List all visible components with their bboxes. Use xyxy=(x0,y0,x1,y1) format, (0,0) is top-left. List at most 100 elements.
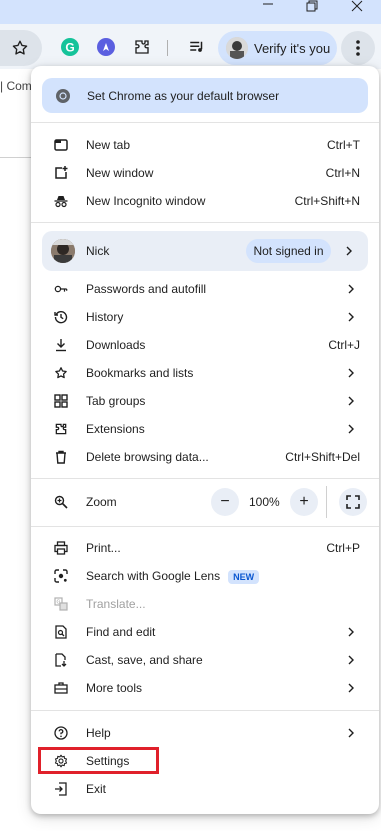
menu-item-print[interactable]: Print... Ctrl+P xyxy=(31,534,379,562)
svg-text:G: G xyxy=(65,41,74,55)
set-default-browser-button[interactable]: Set Chrome as your default browser xyxy=(42,78,368,113)
menu-item-new-tab[interactable]: New tab Ctrl+T xyxy=(31,131,379,159)
incognito-icon xyxy=(54,194,68,208)
zoom-divider xyxy=(326,486,327,518)
extensions-puzzle-icon[interactable] xyxy=(131,36,153,58)
menu-item-label: Zoom xyxy=(86,495,117,509)
menu-separator xyxy=(31,710,379,711)
menu-item-search-with-google-lens[interactable]: Search with Google Lens NEW xyxy=(31,562,379,590)
menu-item-bookmarks-and-lists[interactable]: Bookmarks and lists xyxy=(31,359,379,387)
menu-item-more-tools[interactable]: More tools xyxy=(31,674,379,702)
profile-chip-label: Verify it's you xyxy=(254,40,331,56)
menu-item-shortcut: Ctrl+T xyxy=(327,138,360,152)
menu-item-label: New Incognito window xyxy=(86,194,206,208)
fullscreen-icon xyxy=(346,495,360,509)
menu-item-label: Search with Google Lens xyxy=(86,568,221,583)
trash-icon xyxy=(54,450,68,464)
title-bar xyxy=(0,0,381,24)
chevron-right-icon xyxy=(345,395,357,407)
chevron-right-icon xyxy=(343,245,355,257)
chrome-menu: Set Chrome as your default browser New t… xyxy=(31,66,379,814)
menu-item-tab-groups[interactable]: Tab groups xyxy=(31,387,379,415)
fullscreen-button[interactable] xyxy=(339,488,367,516)
chrome-menu-button[interactable] xyxy=(341,31,375,65)
chevron-right-icon xyxy=(345,283,357,295)
zoom-out-button[interactable]: − xyxy=(211,488,239,516)
profile-name: Nick xyxy=(86,244,110,258)
translate-icon: G xyxy=(54,597,68,611)
print-icon xyxy=(54,541,68,555)
menu-separator xyxy=(31,478,379,479)
menu-item-delete-browsing-data[interactable]: Delete browsing data... Ctrl+Shift+Del xyxy=(31,443,379,471)
zoom-icon xyxy=(54,495,68,509)
chevron-right-icon xyxy=(345,682,357,694)
profile-verify-chip[interactable]: Verify it's you xyxy=(218,31,337,65)
chevron-right-icon xyxy=(345,367,357,379)
settings-highlight-box xyxy=(38,747,159,774)
chrome-logo-icon xyxy=(55,88,71,104)
menu-item-shortcut: Ctrl+P xyxy=(326,541,360,555)
minimize-icon[interactable] xyxy=(258,0,278,14)
close-icon[interactable] xyxy=(347,0,367,14)
zoom-in-icon: + xyxy=(299,493,309,510)
menu-item-label: New window xyxy=(86,166,154,180)
menu-item-new-window[interactable]: New window Ctrl+N xyxy=(31,159,379,187)
menu-item-label-with-badge: Search with Google Lens NEW xyxy=(86,568,260,584)
chevron-right-icon xyxy=(345,423,357,435)
menu-item-label: Translate... xyxy=(86,597,146,611)
menu-item-label: New tab xyxy=(86,138,131,152)
menu-item-shortcut: Ctrl+Shift+Del xyxy=(285,450,360,464)
extension-app-icon[interactable] xyxy=(95,36,117,58)
chevron-right-icon xyxy=(345,654,357,666)
history-icon xyxy=(54,310,68,324)
sign-in-status-badge[interactable]: Not signed in xyxy=(246,239,331,263)
menu-item-shortcut: Ctrl+Shift+N xyxy=(294,194,360,208)
grammarly-extension-icon[interactable]: G xyxy=(59,36,81,58)
menu-item-extensions[interactable]: Extensions xyxy=(31,415,379,443)
menu-item-history[interactable]: History xyxy=(31,303,379,331)
menu-item-shortcut: Ctrl+J xyxy=(328,338,360,352)
menu-item-help[interactable]: Help xyxy=(31,719,379,747)
menu-item-label: Exit xyxy=(86,782,107,796)
menu-item-downloads[interactable]: Downloads Ctrl+J xyxy=(31,331,379,359)
menu-item-find-and-edit[interactable]: Find and edit xyxy=(31,618,379,646)
toolbox-icon xyxy=(54,681,68,695)
chevron-right-icon xyxy=(345,626,357,638)
cast-icon xyxy=(54,653,68,667)
menu-item-label: Find and edit xyxy=(86,625,156,639)
menu-item-label: Bookmarks and lists xyxy=(86,366,194,380)
menu-item-shortcut: Ctrl+N xyxy=(325,166,360,180)
menu-item-translate: G Translate... xyxy=(31,590,379,618)
lens-icon xyxy=(54,569,68,583)
tab-groups-icon xyxy=(54,394,68,408)
zoom-in-button[interactable]: + xyxy=(290,488,318,516)
menu-separator xyxy=(31,222,379,223)
zoom-out-icon: − xyxy=(220,493,230,510)
chevron-right-icon xyxy=(345,311,357,323)
menu-item-passwords-and-autofill[interactable]: Passwords and autofill xyxy=(31,275,379,303)
bookmark-star-button[interactable] xyxy=(0,30,42,66)
menu-item-label: Passwords and autofill xyxy=(86,282,207,296)
menu-item-new-incognito-window[interactable]: New Incognito window Ctrl+Shift+N xyxy=(31,187,379,215)
puzzle-icon xyxy=(54,422,68,436)
menu-item-label: Extensions xyxy=(86,422,145,436)
help-icon xyxy=(54,726,68,740)
key-icon xyxy=(54,282,68,296)
menu-item-label: Tab groups xyxy=(86,394,146,408)
menu-item-label: Downloads xyxy=(86,338,146,352)
bookmark-partial-text[interactable]: | Com xyxy=(0,79,32,93)
menu-item-exit[interactable]: Exit xyxy=(31,775,379,803)
profile-row[interactable]: Nick Not signed in xyxy=(42,231,368,271)
new-badge: NEW xyxy=(228,569,260,584)
menu-item-cast-save-and-share[interactable]: Cast, save, and share xyxy=(31,646,379,674)
chevron-right-icon xyxy=(345,727,357,739)
restore-icon[interactable] xyxy=(302,0,322,14)
zoom-level: 100% xyxy=(249,495,280,509)
menu-separator xyxy=(31,122,379,123)
download-icon xyxy=(54,338,68,352)
menu-item-label: Delete browsing data... xyxy=(86,450,209,464)
media-playlist-icon[interactable] xyxy=(186,36,208,58)
new-tab-icon xyxy=(54,138,68,152)
menu-item-label: Help xyxy=(86,726,111,740)
menu-item-label: Print... xyxy=(86,541,121,555)
